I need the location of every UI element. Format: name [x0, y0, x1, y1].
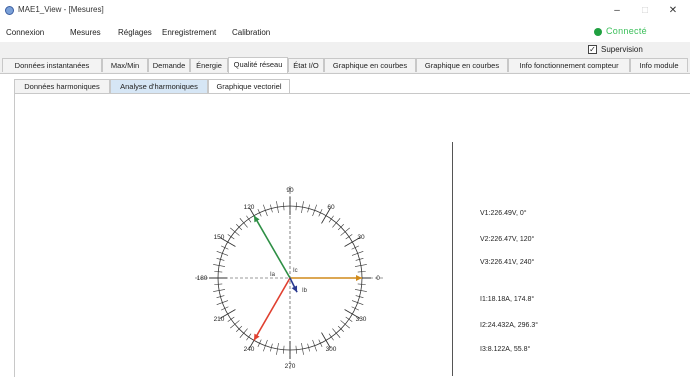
- close-button[interactable]: ✕: [662, 3, 684, 19]
- subtab-analyse-harmoniques[interactable]: Analyse d'harmoniques: [110, 79, 208, 93]
- dial-label: 210: [214, 316, 225, 323]
- app-icon: [5, 6, 14, 15]
- ic-label: Ic: [293, 268, 298, 274]
- i3-readout: I3:8.122A, 55.8°: [480, 346, 531, 353]
- checkbox-icon[interactable]: ✓: [588, 45, 597, 54]
- menu-enregistrement[interactable]: Enregistrement: [162, 28, 216, 37]
- menu-reglages[interactable]: Réglages: [118, 28, 152, 37]
- dial-label: 240: [244, 346, 255, 353]
- tab-energie[interactable]: Énergie: [190, 58, 228, 72]
- tab-max-min[interactable]: Max/Min: [102, 58, 148, 72]
- tab-demande[interactable]: Demande: [148, 58, 190, 72]
- dial-label: 270: [285, 363, 296, 370]
- tab-graphique-courbes-2[interactable]: Graphique en courbes: [416, 58, 508, 72]
- v2-readout: V2:226.47V, 120°: [480, 236, 535, 243]
- dial-label: 300: [326, 346, 337, 353]
- connection-label: Connecté: [606, 26, 647, 36]
- maximize-button[interactable]: □: [634, 3, 656, 19]
- dial-label: 0: [376, 275, 380, 282]
- dial-label: 330: [356, 316, 367, 323]
- menu-mesures[interactable]: Mesures: [70, 28, 101, 37]
- tab-info-fonctionnement[interactable]: Info fonctionnement compteur: [508, 58, 630, 72]
- tab-qualite-reseau[interactable]: Qualité réseau: [228, 57, 288, 73]
- phasor-v2: [253, 215, 291, 279]
- phasor-diagram: 0 30 60 90 120 150 180 210 240 270 300 330 Ia Ib Ic: [195, 186, 385, 370]
- menu-calibration[interactable]: Calibration: [232, 28, 270, 37]
- v1-readout: V1:226.49V, 0°: [480, 210, 527, 217]
- tab-etat-io[interactable]: État I/O: [288, 58, 324, 72]
- menu-connexion[interactable]: Connexion: [6, 28, 44, 37]
- minimize-button[interactable]: –: [606, 3, 628, 19]
- window-title: MAE1_View - [Mesures]: [18, 5, 104, 14]
- ia-label: Ia: [270, 272, 276, 278]
- connection-status: Connecté: [594, 26, 680, 38]
- dial-label: 150: [214, 234, 225, 241]
- panel-separator: [452, 142, 453, 376]
- dial-label: 60: [327, 204, 335, 211]
- supervision-label: Supervision: [601, 45, 643, 54]
- dial-label: 90: [286, 187, 294, 194]
- v3-readout: V3:226.41V, 240°: [480, 259, 535, 266]
- connection-status-icon: [594, 28, 602, 36]
- phasor-v3: [253, 277, 291, 341]
- i2-readout: I2:24.432A, 296.3°: [480, 322, 539, 329]
- tab-info-module[interactable]: Info module: [630, 58, 688, 72]
- phasor-arrowhead-v1: [356, 275, 362, 281]
- subtab-donnees-harmoniques[interactable]: Données harmoniques: [14, 79, 110, 93]
- main-tabs: Données instantanées Max/Min Demande Éne…: [0, 57, 690, 73]
- menu-bar: Connexion Mesures Réglages Enregistremen…: [0, 22, 690, 42]
- dial-label: 30: [357, 234, 365, 241]
- subtab-graphique-vectoriel[interactable]: Graphique vectoriel: [208, 79, 290, 93]
- tab-donnees-instantanees[interactable]: Données instantanées: [2, 58, 102, 72]
- tab-graphique-courbes-1[interactable]: Graphique en courbes: [324, 58, 416, 72]
- dial-label: 180: [197, 275, 208, 282]
- i1-readout: I1:18.18A, 174.8°: [480, 296, 535, 303]
- dial-label: 120: [244, 204, 255, 211]
- title-bar: MAE1_View - [Mesures] – □ ✕: [0, 0, 690, 22]
- ib-label: Ib: [302, 288, 308, 294]
